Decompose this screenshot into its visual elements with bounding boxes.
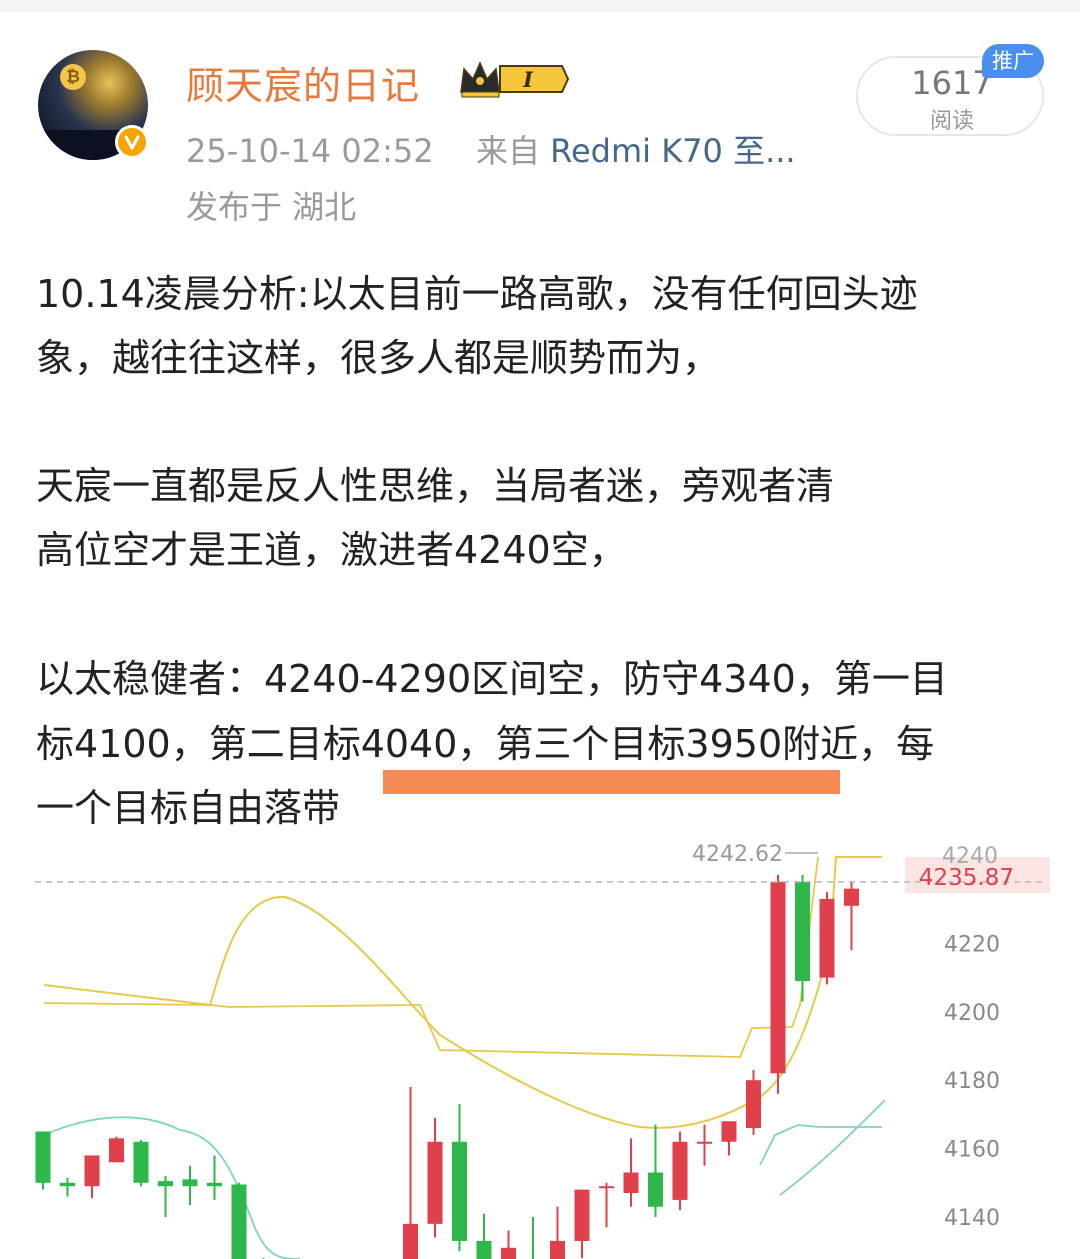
- candle-body: [158, 1181, 173, 1187]
- crown-level-icon[interactable]: I: [458, 58, 570, 100]
- y-axis-tick-label: 4140: [944, 1206, 1000, 1231]
- current-price-label: 4235.87: [919, 865, 1014, 891]
- bitcoin-coin-icon: ₿: [60, 64, 86, 90]
- post-text-line: 标4100，第二目标4040，第三个目标3950附近，每: [36, 722, 935, 766]
- device-link[interactable]: Redmi K70 至...: [550, 132, 795, 170]
- candle-body: [452, 1141, 467, 1241]
- ad-tag[interactable]: 推广: [982, 44, 1044, 78]
- candle-body: [427, 1141, 443, 1224]
- price-labels: 4220420041804160414042404235.874242.62: [35, 842, 1050, 1231]
- y-axis-tick-label: 4220: [944, 932, 1000, 957]
- candle-body: [746, 1080, 761, 1129]
- post-meta: 25-10-14 02:52 来自 Redmi K70 至...: [186, 126, 796, 172]
- post-timestamp: 25-10-14 02:52: [186, 132, 434, 170]
- candle-body: [231, 1184, 247, 1259]
- post-text-line: 一个目标自由落带: [36, 786, 341, 830]
- y-axis-tick-label: 4180: [944, 1069, 1000, 1094]
- candles: [35, 875, 859, 1259]
- candle-body: [84, 1155, 100, 1187]
- candle-body: [60, 1182, 75, 1187]
- candle-body: [207, 1182, 222, 1187]
- candle-body: [109, 1138, 124, 1163]
- candle-body: [623, 1172, 639, 1194]
- candle-body: [648, 1172, 663, 1207]
- candle-body: [501, 1247, 516, 1259]
- post-location: 发布于 湖北: [186, 188, 357, 226]
- candle-body: [403, 1223, 418, 1259]
- candle-body: [770, 881, 786, 1074]
- candle-body: [574, 1189, 590, 1241]
- candle-body: [182, 1179, 198, 1187]
- candle-body: [795, 881, 810, 982]
- read-label: 阅读: [929, 109, 974, 134]
- candle-body: [133, 1141, 149, 1183]
- candle-body: [844, 888, 859, 906]
- verified-badge-icon: [115, 125, 149, 159]
- post-text-line: 天宸一直都是反人性思维，当局者迷，旁观者清: [36, 464, 835, 508]
- post-text-line: 象，越往往这样，很多人都是顺势而为，: [36, 336, 721, 380]
- ma-line-teal: [43, 1116, 301, 1259]
- ma-line-teal-2: [759, 1124, 882, 1166]
- y-axis-tick-label: 4160: [944, 1138, 1000, 1163]
- candle-body: [721, 1121, 737, 1142]
- username[interactable]: 顾天宸的日记: [186, 55, 420, 110]
- high-price-label: 4242.62: [692, 842, 783, 867]
- candlestick-chart[interactable]: 4220420041804160414042404235.874242.62: [0, 835, 1080, 1259]
- post-text-line: 高位空才是王道，激进者4240空，: [36, 528, 627, 572]
- highlight-stroke: [383, 770, 840, 794]
- source-prefix: 来自: [475, 132, 540, 170]
- level-number: I: [522, 67, 534, 92]
- candle-body: [599, 1186, 614, 1189]
- post-text-line: 以太稳健者：4240-4290区间空，防守4340，第一目: [36, 657, 948, 701]
- y-axis-tick-label: 4200: [944, 1001, 1000, 1026]
- candle-body: [819, 898, 835, 978]
- candle-body: [476, 1240, 492, 1259]
- status-strip: [0, 0, 1080, 12]
- post-text-line: 10.14凌晨分析:以太目前一路高歌，没有任何回头迹: [36, 272, 918, 316]
- candle-body: [697, 1141, 712, 1144]
- ma-line-teal-3: [779, 1099, 886, 1196]
- candle-body: [550, 1240, 565, 1259]
- candle-body: [35, 1131, 51, 1183]
- candle-body: [672, 1141, 688, 1200]
